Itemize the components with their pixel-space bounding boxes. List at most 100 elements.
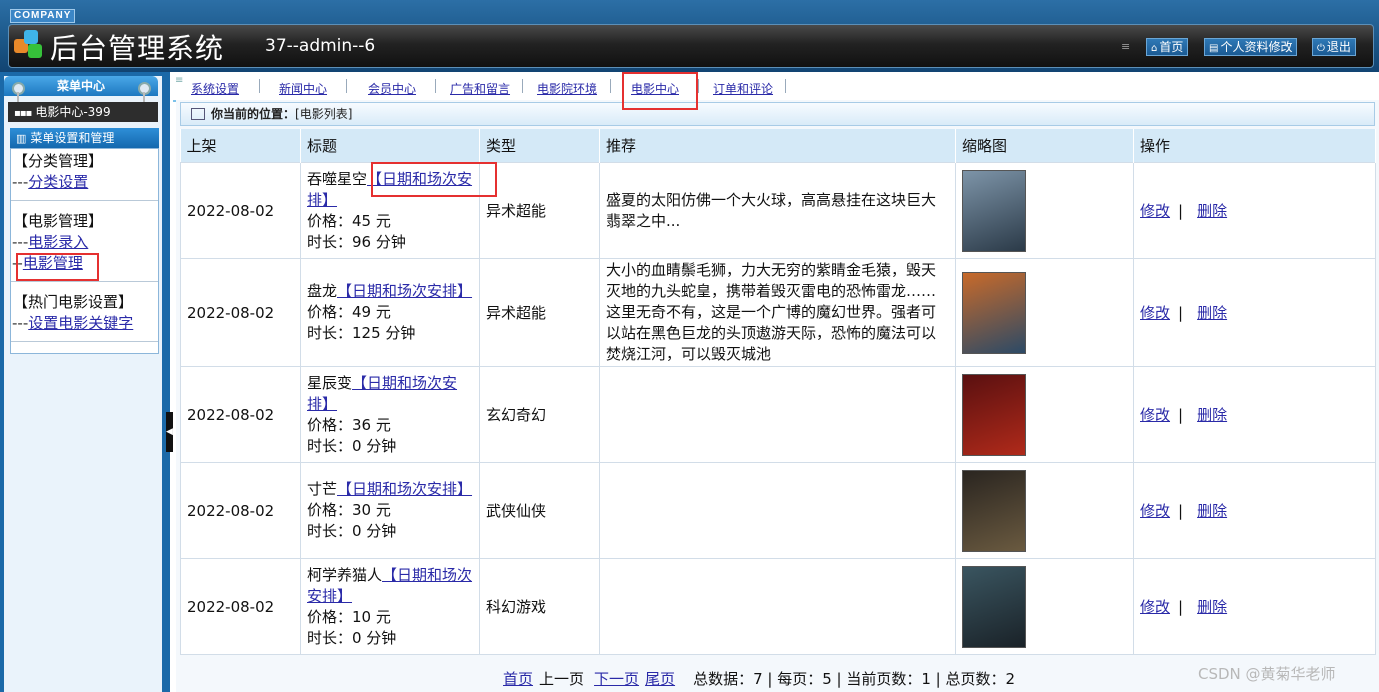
title-cell: 柯学养猫人【日期和场次安排】 价格：10 元时长：0 分钟	[300, 558, 480, 655]
table-header-row: 上架 标题 类型 推荐 缩略图 操作	[180, 129, 1376, 163]
top-nav: ≡ 系统设置 新闻中心 会员中心 广告和留言 电影院环境 电影中心 订单和评论	[173, 72, 1379, 102]
recommend-cell	[599, 366, 956, 463]
movie-name: 寸芒	[307, 480, 338, 498]
delete-link[interactable]: 删除	[1197, 598, 1227, 616]
keywords-link[interactable]: 设置电影关键字	[28, 314, 133, 332]
tab-orders-reviews[interactable]: 订单和评论	[713, 80, 773, 97]
profile-icon: ▤	[1209, 43, 1219, 54]
movie-price: 价格：10 元	[307, 607, 391, 626]
last-page-link[interactable]: 尾页	[645, 670, 675, 688]
tab-system-settings[interactable]: 系统设置	[191, 80, 239, 97]
tab-separator	[785, 79, 786, 93]
thumbnail-cell	[955, 258, 1134, 367]
group-title: 【热门电影设置】	[13, 293, 134, 311]
delete-link[interactable]: 删除	[1197, 202, 1227, 220]
column-header: 操作	[1133, 129, 1376, 163]
app-title: 后台管理系统	[50, 32, 225, 65]
home-icon: ⌂	[1151, 43, 1158, 54]
movie-name: 盘龙	[307, 282, 338, 300]
date-cell: 2022-08-02	[180, 558, 301, 655]
movie-poster	[962, 565, 1026, 648]
movie-center-item[interactable]: ▪▪▪ 电影中心-399	[8, 102, 158, 122]
column-header: 类型	[479, 129, 600, 163]
movie-poster	[962, 373, 1026, 456]
tab-cinema-environment[interactable]: 电影院环境	[537, 80, 597, 97]
first-page-link[interactable]: 首页	[503, 670, 533, 688]
recommend-cell: 大小的血睛鬃毛狮，力大无穷的紫睛金毛猿，毁天灭地的九头蛇皇，携带着毁灭雷电的恐怖…	[599, 258, 956, 367]
action-separator: |	[1178, 202, 1184, 220]
grip-icon: ≡	[1121, 40, 1131, 53]
group-title: 【电影管理】	[13, 212, 104, 230]
tab-news-center[interactable]: 新闻中心	[279, 80, 327, 97]
menu-item-movie-entry[interactable]: ---电影录入	[11, 232, 158, 253]
recommend-cell	[599, 558, 956, 655]
menu-item-category-settings[interactable]: ---分类设置	[11, 172, 158, 193]
tab-ads-messages[interactable]: 广告和留言	[450, 80, 510, 97]
delete-link[interactable]: 删除	[1197, 304, 1227, 322]
location-icon	[191, 107, 205, 120]
movie-price: 价格：49 元	[307, 303, 391, 321]
thumbnail-cell	[955, 366, 1134, 463]
movie-name: 柯学养猫人	[307, 565, 383, 584]
title-cell: 寸芒【日期和场次安排】 价格：30 元时长：0 分钟	[300, 462, 480, 559]
type-cell: 异术超能	[479, 258, 600, 367]
edit-link[interactable]: 修改	[1140, 502, 1170, 520]
divider	[11, 281, 158, 282]
type-cell: 武侠仙侠	[479, 462, 600, 559]
edit-link[interactable]: 修改	[1140, 304, 1170, 322]
main-content: 你当前的位置：[电影列表] 上架 标题 类型 推荐 缩略图 操作 2022-08…	[176, 100, 1379, 692]
actions-cell: 修改 | 删除	[1133, 558, 1376, 655]
table-row: 2022-08-02 盘龙【日期和场次安排】 价格：49 元时长：125 分钟 异术超…	[180, 258, 1376, 367]
next-page-link[interactable]: 下一页	[594, 670, 639, 688]
edit-link[interactable]: 修改	[1140, 598, 1170, 616]
highlight-box	[16, 253, 99, 281]
recommend-cell	[599, 462, 956, 559]
power-icon: ⏻	[1317, 43, 1325, 54]
tab-separator	[259, 79, 260, 93]
action-separator: |	[1178, 304, 1184, 322]
watermark: CSDN @黄菊华老师	[1198, 665, 1336, 683]
type-cell: 科幻游戏	[479, 558, 600, 655]
menu-item-keywords[interactable]: ---设置电影关键字	[11, 313, 158, 334]
app-logo-icon	[14, 30, 44, 60]
menu-center-header: 菜单中心	[4, 76, 158, 96]
delete-link[interactable]: 删除	[1197, 502, 1227, 520]
actions-cell: 修改 | 删除	[1133, 366, 1376, 463]
edit-link[interactable]: 修改	[1140, 406, 1170, 424]
movie-price: 价格：36 元	[307, 415, 391, 434]
movie-price: 价格：30 元	[307, 501, 391, 519]
actions-cell: 修改 | 删除	[1133, 258, 1376, 367]
table-row: 2022-08-02 吞噬星空【日期和场次安排】 价格：45 元时长：96 分钟 异术…	[180, 162, 1376, 259]
table-row: 2022-08-02 柯学养猫人【日期和场次安排】 价格：10 元时长：0 分钟 科幻…	[180, 558, 1376, 655]
thumbnail-cell	[955, 558, 1134, 655]
type-cell: 异术超能	[479, 162, 600, 259]
group-title: 【分类管理】	[13, 152, 104, 170]
delete-link[interactable]: 删除	[1197, 406, 1227, 424]
logout-button[interactable]: ⏻ 退出	[1312, 38, 1356, 56]
title-cell: 盘龙【日期和场次安排】 价格：49 元时长：125 分钟	[300, 258, 480, 367]
column-header: 上架	[180, 129, 301, 163]
column-header: 缩略图	[955, 129, 1134, 163]
action-separator: |	[1178, 406, 1184, 424]
tab-member-center[interactable]: 会员中心	[368, 80, 416, 97]
table-row: 2022-08-02 星辰变【日期和场次安排】 价格：36 元时长：0 分钟 玄幻奇幻…	[180, 366, 1376, 463]
schedule-link[interactable]: 【日期和场次安排】	[337, 480, 472, 498]
movie-price: 价格：45 元	[307, 211, 391, 230]
edit-link[interactable]: 修改	[1140, 202, 1170, 220]
home-button[interactable]: ⌂ 首页	[1146, 38, 1189, 56]
movie-duration: 时长：0 分钟	[307, 436, 397, 455]
action-separator: |	[1178, 502, 1184, 520]
movie-duration: 时长：0 分钟	[307, 628, 397, 647]
movie-table: 上架 标题 类型 推荐 缩略图 操作 2022-08-02 吞噬星空【日期和场次安…	[180, 129, 1376, 655]
panel-icon: ▥	[16, 132, 27, 145]
profile-edit-button[interactable]: ▤ 个人资料修改	[1204, 38, 1298, 56]
category-settings-link[interactable]: 分类设置	[28, 173, 88, 191]
tab-separator	[610, 79, 611, 93]
divider	[11, 341, 158, 342]
breadcrumb: 你当前的位置：[电影列表]	[180, 102, 1375, 126]
collapse-sidebar-toggle[interactable]: ◀	[166, 412, 173, 452]
movie-entry-link[interactable]: 电影录入	[28, 233, 88, 251]
movie-name: 吞噬星空	[307, 169, 368, 188]
schedule-link[interactable]: 【日期和场次安排】	[337, 282, 472, 300]
date-cell: 2022-08-02	[180, 258, 301, 367]
